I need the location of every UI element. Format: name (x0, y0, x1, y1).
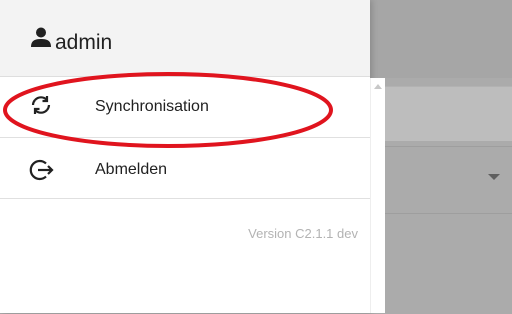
menu-item-label: Synchronisation (95, 98, 209, 115)
person-icon (31, 27, 51, 47)
background-panel (384, 213, 512, 314)
drawer-header: admin (0, 0, 370, 77)
sync-icon (31, 96, 51, 114)
drawer-scrollbar[interactable] (370, 78, 385, 313)
menu-item-synchronisation[interactable]: Synchronisation (0, 77, 370, 138)
logout-icon (29, 159, 54, 181)
version-label: Version C2.1.1 dev (248, 226, 358, 241)
navigation-drawer: admin Synchronisation Abmelden Version C… (0, 0, 370, 313)
username-label: admin (55, 31, 113, 54)
menu-item-label: Abmelden (95, 161, 168, 178)
scroll-up-arrow-icon[interactable] (374, 84, 382, 89)
menu-item-abmelden[interactable]: Abmelden (0, 138, 370, 199)
dropdown-arrow-icon (488, 174, 500, 180)
background-input-field (384, 86, 512, 141)
